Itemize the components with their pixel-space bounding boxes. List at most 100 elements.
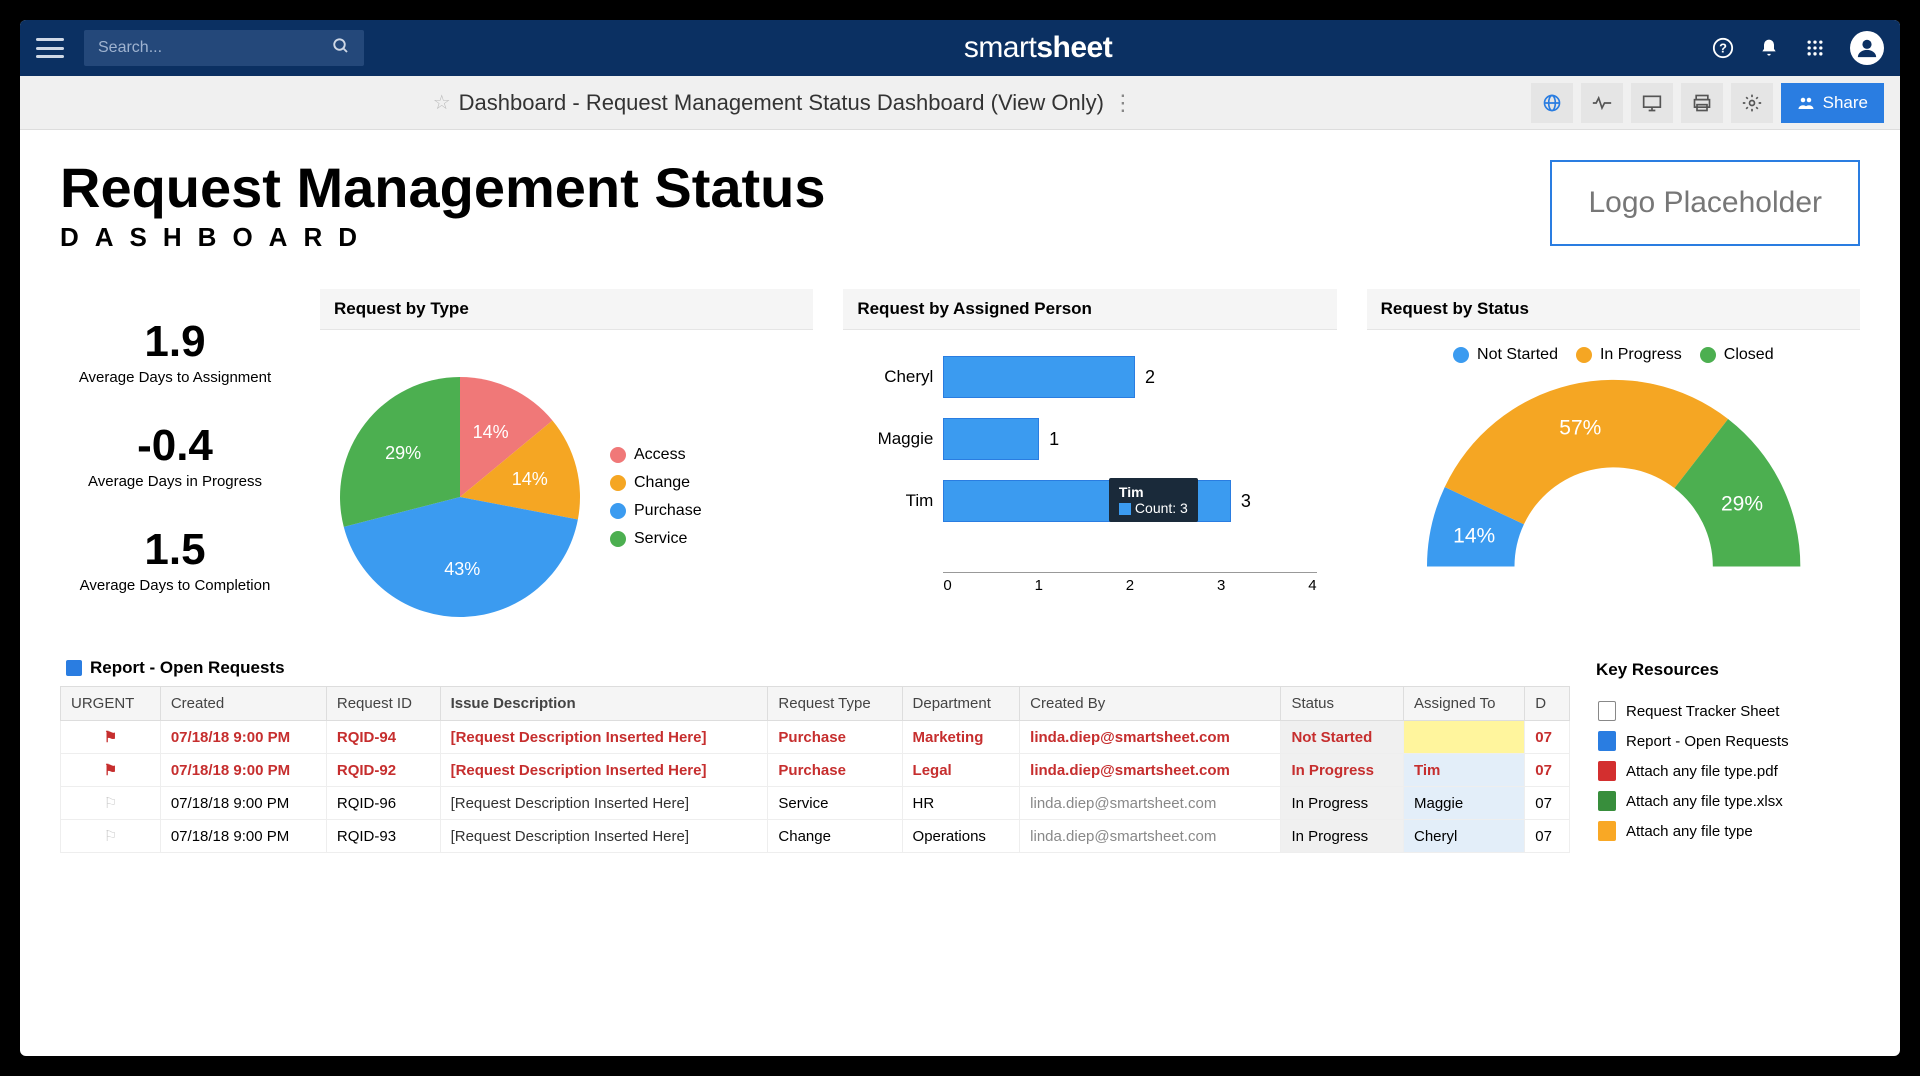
column-header[interactable]: Created By: [1020, 687, 1281, 721]
panel-request-by-person: Request by Assigned Person Cheryl 2 Magg…: [843, 289, 1336, 622]
resource-item[interactable]: Attach any file type.xlsx: [1594, 786, 1856, 816]
column-header[interactable]: D: [1525, 687, 1570, 721]
cell-d: 07: [1525, 754, 1570, 787]
dashboard-title: Dashboard - Request Management Status Da…: [459, 90, 1104, 116]
legend-item: Purchase: [610, 502, 702, 520]
present-button[interactable]: [1631, 83, 1673, 123]
column-header[interactable]: Issue Description: [440, 687, 768, 721]
metric: 1.9 Average Days to Assignment: [60, 317, 290, 386]
panel-header: Request by Assigned Person: [843, 289, 1336, 330]
table-row[interactable]: ⚐ 07/18/18 9:00 PM RQID-93 [Request Desc…: [61, 820, 1570, 853]
cell-createdby: linda.diep@smartsheet.com: [1020, 820, 1281, 853]
report-table: URGENTCreatedRequest IDIssue Description…: [60, 686, 1570, 853]
donut-label: 14%: [1453, 524, 1495, 547]
file-icon: [1598, 731, 1616, 751]
file-icon: [1598, 821, 1616, 841]
bar-category: Cheryl: [853, 367, 933, 387]
metric-label: Average Days to Completion: [60, 577, 290, 594]
logo-placeholder: Logo Placeholder: [1550, 160, 1860, 246]
column-header[interactable]: URGENT: [61, 687, 161, 721]
resource-item[interactable]: Request Tracker Sheet: [1594, 696, 1856, 726]
page-title: Request Management Status: [60, 160, 826, 216]
bar-chart: Cheryl 2 Maggie 1 Tim 3 01234 TimCount: …: [853, 346, 1326, 594]
resource-label: Request Tracker Sheet: [1626, 703, 1779, 720]
column-header[interactable]: Request Type: [768, 687, 902, 721]
help-icon[interactable]: ?: [1712, 37, 1734, 59]
brand-logo: smartsheet: [364, 31, 1712, 65]
share-button[interactable]: Share: [1781, 83, 1884, 123]
metric-value: -0.4: [60, 421, 290, 471]
column-header[interactable]: Status: [1281, 687, 1404, 721]
table-row[interactable]: ⚑ 07/18/18 9:00 PM RQID-94 [Request Desc…: [61, 721, 1570, 754]
cell-created: 07/18/18 9:00 PM: [160, 721, 326, 754]
cell-status: Not Started: [1281, 721, 1404, 754]
cell-desc: [Request Description Inserted Here]: [440, 721, 768, 754]
chart-tooltip: TimCount: 3: [1109, 478, 1198, 522]
menu-icon[interactable]: [36, 38, 64, 58]
pie-chart: 14% 14% 43% 29%: [330, 367, 590, 627]
urgent-flag: ⚐: [61, 820, 161, 853]
donut-chart: 14% 57% 29%: [1377, 374, 1850, 584]
column-header[interactable]: Created: [160, 687, 326, 721]
cell-id: RQID-92: [326, 754, 440, 787]
cell-status: In Progress: [1281, 787, 1404, 820]
cell-id: RQID-93: [326, 820, 440, 853]
star-icon[interactable]: ☆: [433, 90, 451, 115]
cell-desc: [Request Description Inserted Here]: [440, 820, 768, 853]
metric-label: Average Days in Progress: [60, 473, 290, 490]
x-axis: 01234: [943, 572, 1316, 594]
apps-icon[interactable]: [1804, 37, 1826, 59]
cell-type: Purchase: [768, 721, 902, 754]
panel-request-by-type: Request by Type 14% 14% 43% 29% AccessCh…: [320, 289, 813, 622]
urgent-flag: ⚐: [61, 787, 161, 820]
bell-icon[interactable]: [1758, 37, 1780, 59]
cell-desc: [Request Description Inserted Here]: [440, 787, 768, 820]
legend-item: Change: [610, 474, 702, 492]
column-header[interactable]: Request ID: [326, 687, 440, 721]
cell-created: 07/18/18 9:00 PM: [160, 787, 326, 820]
cell-status: In Progress: [1281, 754, 1404, 787]
pie-label: 43%: [444, 558, 480, 578]
file-icon: [1598, 791, 1616, 811]
print-button[interactable]: [1681, 83, 1723, 123]
top-nav: smartsheet ?: [20, 20, 1900, 76]
search-icon[interactable]: [332, 37, 350, 60]
column-header[interactable]: Assigned To: [1404, 687, 1525, 721]
more-icon[interactable]: ⋮: [1112, 90, 1134, 116]
resource-item[interactable]: Attach any file type: [1594, 816, 1856, 846]
legend-item: In Progress: [1576, 346, 1682, 364]
table-row[interactable]: ⚑ 07/18/18 9:00 PM RQID-92 [Request Desc…: [61, 754, 1570, 787]
resource-label: Attach any file type.pdf: [1626, 763, 1778, 780]
globe-button[interactable]: [1531, 83, 1573, 123]
cell-createdby: linda.diep@smartsheet.com: [1020, 721, 1281, 754]
cell-createdby: linda.diep@smartsheet.com: [1020, 754, 1281, 787]
page-subtitle: DASHBOARD: [60, 222, 826, 253]
cell-desc: [Request Description Inserted Here]: [440, 754, 768, 787]
avatar[interactable]: [1850, 31, 1884, 65]
panel-request-by-status: Request by Status Not StartedIn Progress…: [1367, 289, 1860, 622]
search-input[interactable]: [98, 39, 332, 57]
metric-value: 1.9: [60, 317, 290, 367]
settings-button[interactable]: [1731, 83, 1773, 123]
cell-assigned: Tim: [1404, 754, 1525, 787]
cell-assigned: Maggie: [1404, 787, 1525, 820]
bar-row: Maggie 1: [943, 408, 1326, 470]
pulse-button[interactable]: [1581, 83, 1623, 123]
legend-item: Access: [610, 446, 702, 464]
urgent-flag: ⚑: [61, 754, 161, 787]
table-row[interactable]: ⚐ 07/18/18 9:00 PM RQID-96 [Request Desc…: [61, 787, 1570, 820]
pie-label: 14%: [512, 469, 548, 489]
bar-value: 1: [1049, 429, 1059, 450]
metric-label: Average Days to Assignment: [60, 369, 290, 386]
cell-type: Purchase: [768, 754, 902, 787]
column-header[interactable]: Department: [902, 687, 1020, 721]
legend-item: Service: [610, 530, 702, 548]
resource-item[interactable]: Report - Open Requests: [1594, 726, 1856, 756]
cell-status: In Progress: [1281, 820, 1404, 853]
cell-dept: HR: [902, 787, 1020, 820]
donut-slice: [1444, 380, 1727, 524]
search-box[interactable]: [84, 30, 364, 66]
pie-label: 29%: [385, 442, 421, 462]
donut-label: 29%: [1721, 493, 1763, 516]
resource-item[interactable]: Attach any file type.pdf: [1594, 756, 1856, 786]
